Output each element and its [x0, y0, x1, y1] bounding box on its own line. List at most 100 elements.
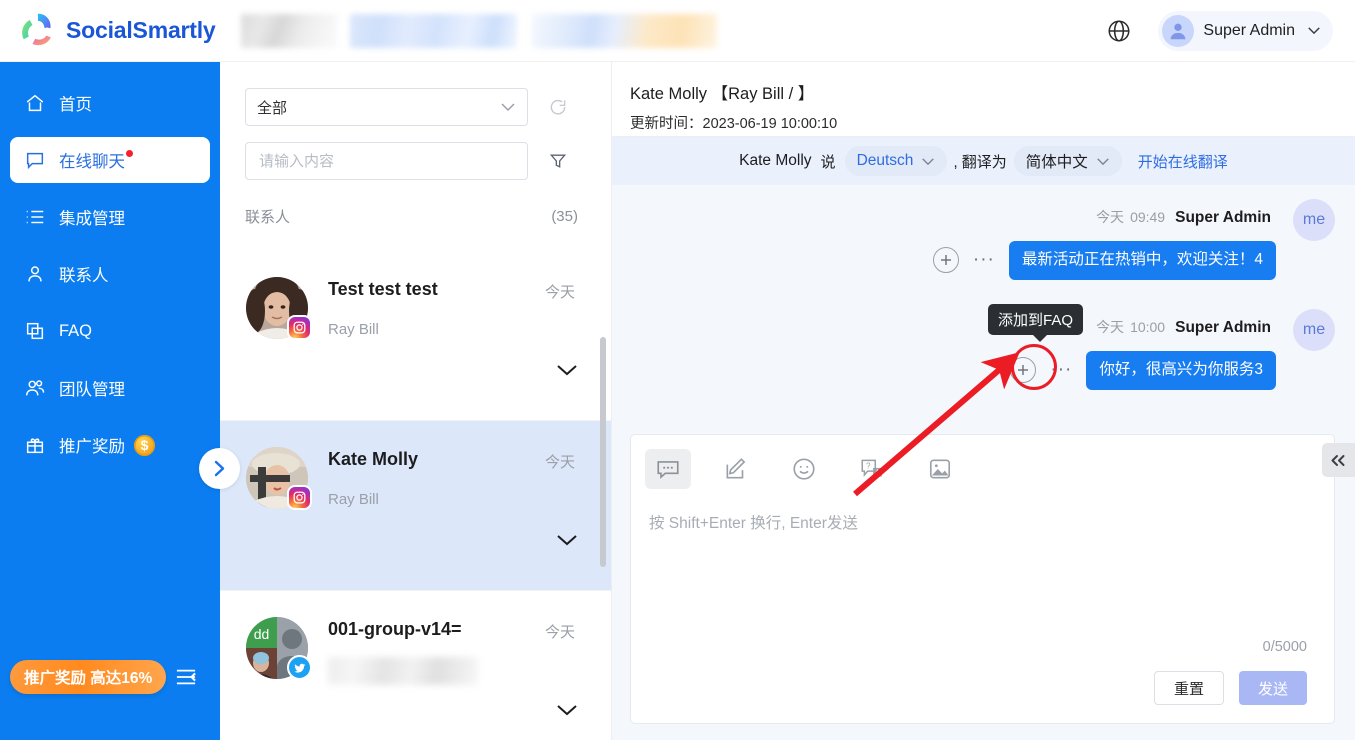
quick-reply-icon: [657, 461, 679, 479]
avatar: [246, 447, 312, 510]
user-menu-button[interactable]: Super Admin: [1158, 10, 1333, 51]
instagram-icon: [287, 315, 312, 340]
sidebar-item-live-chat[interactable]: 在线聊天: [10, 137, 210, 183]
panel-collapse-toggle[interactable]: [1322, 443, 1355, 477]
message-bubble: 最新活动正在热销中，欢迎关注！4: [1008, 241, 1276, 280]
plus-circle-icon: [1018, 365, 1029, 376]
emoji-button[interactable]: [781, 449, 827, 489]
chevron-down-icon: [501, 103, 515, 112]
promo-row: 推广奖励 高达16%: [10, 660, 197, 694]
chevron-down-icon[interactable]: [555, 363, 579, 377]
top-header-right: Super Admin: [1106, 10, 1333, 51]
message-sender: Super Admin: [1175, 319, 1271, 336]
contacts-count: (35): [551, 208, 578, 225]
chat-bubble-icon: [26, 152, 44, 170]
message-more-button[interactable]: ···: [1050, 360, 1072, 379]
translate-button[interactable]: ? A: [849, 449, 895, 489]
promo-rewards-banner[interactable]: 推广奖励 高达16%: [10, 660, 167, 694]
sidebar-expand-toggle[interactable]: [199, 448, 240, 489]
edit-note-button[interactable]: [713, 449, 759, 489]
character-counter: 0/5000: [1262, 639, 1307, 655]
target-language-value: 简体中文: [1025, 154, 1088, 171]
contact-filter-select[interactable]: 全部: [245, 88, 528, 126]
blurred-header-item-3: [531, 13, 717, 48]
composer-actions: 重置 发送: [1153, 671, 1307, 705]
message-day: 今天: [1096, 319, 1125, 335]
sidebar-item-label: 集成管理: [59, 210, 125, 228]
composer-placeholder[interactable]: 按 Shift+Enter 换行, Enter发送: [631, 489, 1334, 533]
chevron-down-icon: [1308, 27, 1320, 35]
message-bubble-line: ··· 最新活动正在热销中，欢迎关注！4: [932, 241, 1276, 280]
home-icon: [26, 94, 44, 112]
chevron-down-icon[interactable]: [555, 703, 579, 717]
funnel-filter-icon[interactable]: [548, 151, 568, 171]
contact-list: Test test test Ray Bill 今天 Kate Molly Ra…: [220, 251, 611, 740]
search-input[interactable]: [257, 151, 516, 171]
chevron-down-icon[interactable]: [555, 533, 579, 547]
add-to-faq-button[interactable]: [932, 247, 959, 274]
sidebar-item-label: 团队管理: [59, 381, 125, 399]
contact-list-scrollbar[interactable]: [600, 337, 606, 567]
image-button[interactable]: [917, 449, 963, 489]
list-item[interactable]: Kate Molly Ray Bill 今天: [220, 421, 611, 591]
user-avatar-icon: [1171, 23, 1186, 39]
list-icon: [26, 210, 44, 224]
list-item[interactable]: dd 001-group-v14= 今天: [220, 591, 611, 740]
contact-time: 今天: [544, 284, 575, 301]
brand-logo[interactable]: SocialSmartly: [16, 9, 216, 53]
unread-dot-badge: [126, 149, 133, 157]
sidebar-item-label: 推广奖励: [59, 438, 125, 456]
chat-panel: Kate Molly 【Ray Bill / 】 更新时间：2023-06-19…: [612, 62, 1355, 740]
message-meta: 今天 09:49 Super Admin: [1096, 207, 1271, 227]
sidebar-item-rewards[interactable]: 推广奖励 $: [10, 422, 210, 468]
sidebar-item-contacts[interactable]: 联系人: [10, 251, 210, 297]
chat-updated-time: 更新时间：2023-06-19 10:00:10: [630, 116, 838, 132]
translate-contact-name: Kate Molly: [739, 152, 812, 169]
avatar: dd: [246, 617, 312, 680]
blurred-header-item-1: [240, 13, 337, 48]
contact-search-box[interactable]: [245, 142, 528, 180]
sidebar-item-home[interactable]: 首页: [10, 80, 210, 126]
image-icon: [929, 459, 951, 479]
list-item[interactable]: Test test test Ray Bill 今天: [220, 251, 611, 421]
send-button[interactable]: 发送: [1238, 671, 1307, 705]
source-language-select[interactable]: Deutsch: [844, 146, 948, 176]
plus-circle-icon: [940, 255, 951, 266]
chat-title: Kate Molly 【Ray Bill / 】: [630, 85, 815, 103]
message-sender: Super Admin: [1175, 209, 1271, 226]
avatar: [246, 277, 312, 340]
avatar: [1162, 14, 1195, 47]
translate-speaks-label: 说: [820, 153, 836, 171]
gift-icon: [26, 438, 44, 454]
message-meta: 今天 10:00 Super Admin: [1096, 317, 1271, 337]
sidebar-item-faq[interactable]: FAQ: [10, 308, 210, 354]
message-bubble-line: ··· 你好，很高兴为你服务3: [1010, 351, 1276, 390]
search-row: [220, 126, 611, 180]
brand-name: SocialSmartly: [66, 17, 216, 43]
double-chevron-left-icon: [1331, 454, 1345, 466]
refresh-icon[interactable]: [548, 97, 568, 117]
socialsmartly-logo-icon: [22, 13, 51, 45]
reset-button[interactable]: 重置: [1153, 671, 1224, 705]
chevron-right-icon: [214, 460, 225, 477]
add-to-faq-button[interactable]: [1010, 357, 1037, 384]
chevron-down-icon: [1097, 157, 1109, 165]
message-time: 10:00: [1130, 319, 1166, 335]
contact-subtitle-blurred: [328, 657, 478, 685]
filter-row: 全部: [220, 62, 611, 126]
quick-reply-button[interactable]: [645, 449, 691, 489]
message-more-button[interactable]: ···: [973, 250, 995, 269]
globe-icon[interactable]: [1106, 18, 1132, 44]
instagram-icon: [287, 485, 312, 510]
translate-bar: Kate Molly 说 Deutsch , 翻译为 简体中文 开始在线翻译: [612, 137, 1355, 185]
collapse-menu-icon[interactable]: [175, 667, 197, 687]
sidebar-item-label: 联系人: [59, 267, 109, 285]
start-translation-link[interactable]: 开始在线翻译: [1138, 151, 1228, 172]
top-header: SocialSmartly Super Admin: [0, 0, 1355, 62]
chevron-down-icon: [922, 157, 935, 165]
chat-header: Kate Molly 【Ray Bill / 】 更新时间：2023-06-19…: [612, 62, 1355, 137]
sidebar-item-integration[interactable]: 集成管理: [10, 194, 210, 240]
sidebar-item-team[interactable]: 团队管理: [10, 365, 210, 411]
contacts-list-header: 联系人 (35): [220, 180, 611, 227]
target-language-select[interactable]: 简体中文: [1013, 146, 1122, 176]
